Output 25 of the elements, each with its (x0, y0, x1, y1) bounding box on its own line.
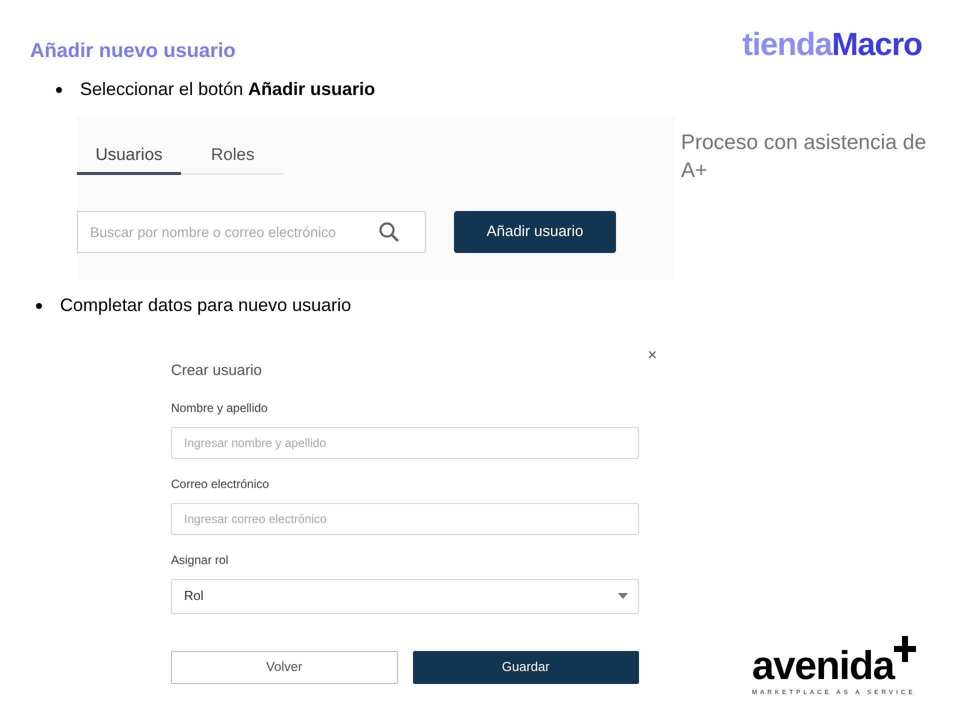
plus-icon (894, 636, 916, 662)
caret-icon (618, 593, 628, 599)
dialog-title: Crear usuario (171, 361, 263, 381)
tab[interactable]: Usuarios (77, 137, 181, 175)
bullet-text: Seleccionar el botón Añadir usuario (80, 78, 376, 101)
add-user-button[interactable]: Añadir usuario (454, 211, 616, 253)
bullet-icon (56, 86, 62, 92)
brand-logo: tiendaMacro (742, 28, 922, 60)
logo-wordmark: avenida (752, 646, 894, 686)
tab[interactable]: Roles (181, 137, 283, 175)
close-button[interactable]: × (648, 344, 657, 368)
field-label: Correo electrónico (171, 476, 270, 492)
back-button[interactable]: Volver (171, 650, 398, 684)
note-text: Proceso con asistencia de A+ (681, 130, 928, 184)
search-field[interactable]: Buscar por nombre o correo electrónico (77, 211, 426, 253)
field-label: Asignar rol (171, 552, 230, 568)
field-label: Nombre y apellido (171, 400, 269, 416)
save-button[interactable]: Guardar (412, 650, 639, 684)
bullet-icon (36, 302, 42, 308)
slide-title: Añadir nuevo usuario (30, 39, 236, 64)
bullet-text: Completar datos para nuevo usuario (60, 294, 352, 317)
input-field[interactable]: Ingresar correo electrónico (171, 502, 639, 534)
role-select[interactable]: Rol (171, 578, 639, 614)
search-icon (378, 221, 400, 243)
input-field[interactable]: Ingresar nombre y apellido (171, 426, 639, 458)
